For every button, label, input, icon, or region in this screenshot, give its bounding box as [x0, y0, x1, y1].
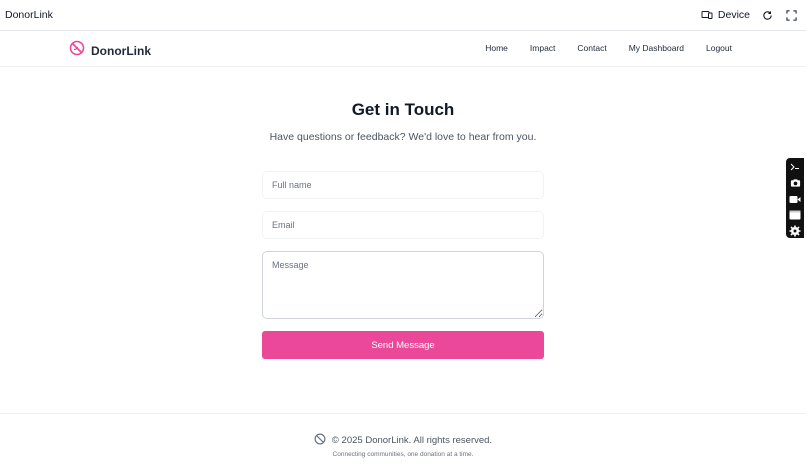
device-icon	[700, 8, 714, 22]
nav-link-contact[interactable]: Contact	[577, 43, 606, 53]
site-navbar: DonorLink Home Impact Contact My Dashboa…	[0, 31, 806, 67]
nav-link-impact[interactable]: Impact	[530, 43, 556, 53]
brand-logo-link[interactable]: DonorLink	[69, 40, 151, 61]
donorlink-logo-icon	[69, 40, 85, 61]
page-subtitle: Have questions or feedback? We'd love to…	[269, 131, 537, 143]
donorlink-footer-icon	[314, 433, 326, 448]
footer-tagline: Connecting communities, one donation at …	[332, 451, 474, 458]
footer-copyright: © 2025 DonorLink. All rights reserved.	[0, 433, 806, 448]
nav-link-my-dashboard[interactable]: My Dashboard	[629, 43, 684, 53]
fullscreen-icon[interactable]	[784, 8, 798, 22]
send-message-button[interactable]: Send Message	[262, 331, 544, 359]
message-textarea[interactable]	[262, 251, 544, 319]
preview-controls: Device	[700, 8, 798, 22]
gear-icon[interactable]	[788, 225, 802, 238]
camera-icon[interactable]	[788, 176, 802, 189]
nav-link-home[interactable]: Home	[485, 43, 508, 53]
refresh-icon[interactable]	[760, 8, 774, 22]
preview-toolbar: DonorLink Device	[0, 0, 806, 31]
page-title: Get in Touch	[351, 100, 455, 119]
device-label: Device	[717, 9, 750, 21]
device-button[interactable]: Device	[700, 8, 750, 22]
email-input[interactable]	[262, 211, 544, 239]
nav-links: Home Impact Contact My Dashboard Logout	[485, 43, 732, 53]
window-icon[interactable]	[788, 209, 802, 222]
pointer-icon[interactable]	[788, 160, 802, 173]
brand-name: DonorLink	[91, 43, 151, 58]
site-footer: © 2025 DonorLink. All rights reserved. C…	[0, 413, 806, 476]
floating-tool-panel	[786, 158, 804, 238]
preview-title: DonorLink	[5, 9, 53, 21]
nav-link-logout[interactable]: Logout	[706, 43, 732, 53]
full-name-input[interactable]	[262, 171, 544, 199]
copyright-text: © 2025 DonorLink. All rights reserved.	[331, 435, 493, 446]
video-icon[interactable]	[788, 192, 802, 205]
